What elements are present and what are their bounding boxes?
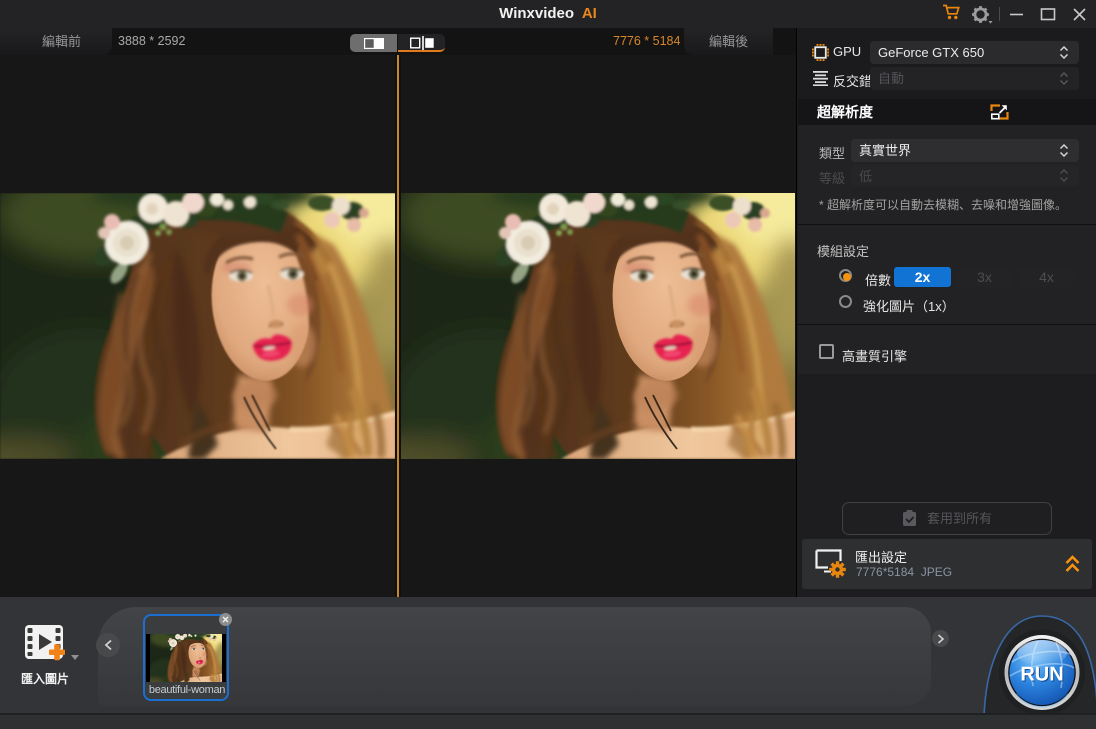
svg-text:RUN: RUN (1020, 663, 1063, 685)
